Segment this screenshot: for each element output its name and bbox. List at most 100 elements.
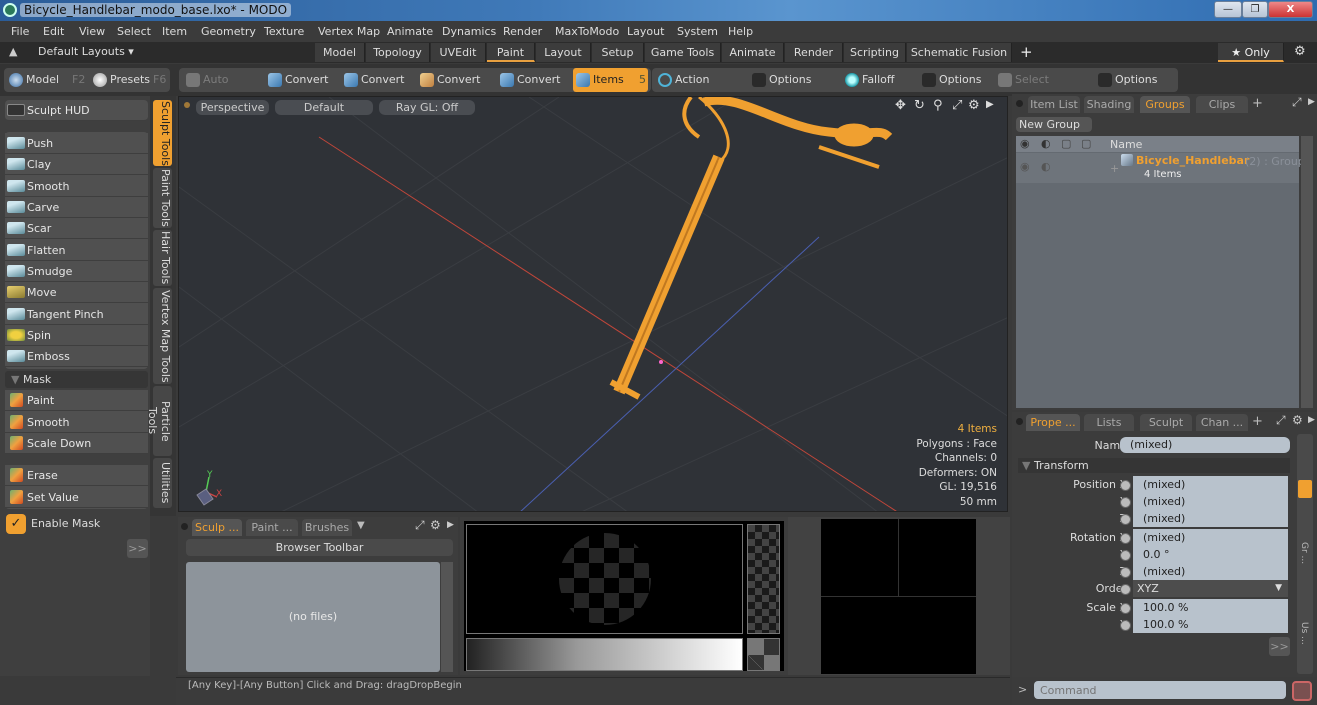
- groups-maximize-icon[interactable]: ⤢: [1292, 95, 1302, 110]
- handlebar-mesh[interactable]: [609, 97, 893, 400]
- menu-dynamics[interactable]: Dynamics: [442, 25, 496, 38]
- add-props-tab-button[interactable]: +: [1252, 414, 1263, 429]
- menu-render[interactable]: Render: [503, 25, 542, 38]
- 3d-viewport[interactable]: Y X Perspective Default Ray GL: Off ✥ ↻ …: [178, 96, 1008, 512]
- tool-emboss[interactable]: Emboss: [5, 346, 148, 367]
- rotation-z-field[interactable]: (mixed): [1133, 563, 1288, 580]
- tool-scar[interactable]: Scar: [5, 218, 148, 239]
- new-group-button[interactable]: New Group: [1016, 117, 1092, 132]
- position-y-keyframe-dot[interactable]: [1120, 497, 1131, 508]
- pan-icon[interactable]: ✥: [895, 98, 906, 113]
- groups-scrollbar[interactable]: [1301, 136, 1313, 408]
- tab-model[interactable]: Model: [315, 43, 365, 62]
- expand-group-button[interactable]: +: [1110, 162, 1119, 175]
- select-col-icon[interactable]: ▢: [1081, 137, 1091, 150]
- panel-menu-dot[interactable]: [181, 523, 188, 530]
- browser-maximize-icon[interactable]: ⤢: [415, 518, 425, 533]
- tool-spin[interactable]: Spin: [5, 325, 148, 346]
- props-maximize-icon[interactable]: ⤢: [1276, 413, 1286, 428]
- file-list-scrollbar[interactable]: [441, 562, 453, 672]
- tab-setup[interactable]: Setup: [592, 43, 644, 62]
- menu-edit[interactable]: Edit: [43, 25, 64, 38]
- vtab-paint-tools[interactable]: Paint Tools: [153, 168, 172, 228]
- tab-sculpt-presets[interactable]: Sculp ...: [192, 519, 242, 536]
- tool-move[interactable]: Move: [5, 282, 148, 303]
- order-dropdown[interactable]: XYZ ▼: [1133, 580, 1288, 597]
- browser-toolbar-button[interactable]: Browser Toolbar: [186, 539, 453, 556]
- tab-properties[interactable]: Prope ...: [1026, 414, 1080, 431]
- position-x-field[interactable]: (mixed): [1133, 476, 1288, 493]
- action-center-options-button[interactable]: Options: [749, 68, 829, 92]
- shading-dropdown[interactable]: Default: [275, 100, 373, 115]
- viewport-gear-icon[interactable]: ⚙: [968, 98, 980, 113]
- mask-tool-smooth[interactable]: Smooth: [5, 412, 148, 433]
- tab-groups[interactable]: Groups: [1140, 96, 1190, 113]
- minimize-button[interactable]: —: [1214, 1, 1242, 18]
- auto-select-button[interactable]: Auto Select: [183, 68, 261, 110]
- position-z-field[interactable]: (mixed): [1133, 510, 1288, 527]
- tab-render[interactable]: Render: [785, 43, 843, 62]
- select-through-options-button[interactable]: Options: [1095, 68, 1170, 92]
- rotation-x-keyframe-dot[interactable]: [1120, 533, 1131, 544]
- menu-animate[interactable]: Animate: [387, 25, 433, 38]
- vtab-hair-tools[interactable]: Hair Tools: [153, 230, 172, 286]
- position-y-field[interactable]: (mixed): [1133, 493, 1288, 510]
- tool-smudge[interactable]: Smudge: [5, 261, 148, 282]
- rotation-y-field[interactable]: 0.0 °: [1133, 546, 1288, 563]
- zoom-icon[interactable]: ⚲: [933, 98, 943, 113]
- mask-tool-erase[interactable]: Erase: [5, 465, 148, 486]
- tab-uvedit[interactable]: UVEdit: [431, 43, 486, 62]
- command-input[interactable]: [1034, 681, 1286, 699]
- tab-topology[interactable]: Topology: [366, 43, 430, 62]
- convert-edges-button[interactable]: Convert: [341, 68, 413, 92]
- side-tab-active[interactable]: [1298, 480, 1312, 498]
- maximize-icon[interactable]: ⤢: [952, 98, 962, 113]
- render-col-camera-icon[interactable]: ◐: [1041, 137, 1051, 150]
- mask-section-header[interactable]: ▼ Mask: [5, 371, 148, 388]
- tool-carve[interactable]: Carve: [5, 197, 148, 218]
- tab-lists[interactable]: Lists: [1084, 414, 1134, 431]
- tab-paint-presets[interactable]: Paint ...: [246, 519, 298, 536]
- panel-menu-dot[interactable]: [1016, 418, 1023, 425]
- items-button[interactable]: Items 5: [573, 68, 648, 92]
- row-visibility-icon[interactable]: ◉: [1020, 160, 1030, 173]
- mask-tool-set-value[interactable]: Set Value: [5, 487, 148, 508]
- scale-y-field[interactable]: 100.0 %: [1133, 616, 1288, 633]
- select-through-button[interactable]: Select Through: [995, 68, 1090, 110]
- order-keyframe-dot[interactable]: [1120, 584, 1131, 595]
- convert-vertices-button[interactable]: Convert: [265, 68, 337, 92]
- viewport-more-arrow-icon[interactable]: ▶: [986, 99, 994, 110]
- action-center-button[interactable]: Action Center: [655, 68, 747, 110]
- rotation-y-keyframe-dot[interactable]: [1120, 550, 1131, 561]
- panel-menu-dot[interactable]: [1016, 100, 1023, 107]
- view-type-dropdown[interactable]: Perspective: [196, 100, 269, 115]
- position-x-keyframe-dot[interactable]: [1120, 480, 1131, 491]
- record-macro-icon[interactable]: [1292, 681, 1312, 701]
- props-more-arrow-icon[interactable]: ▶: [1308, 415, 1315, 425]
- name-field[interactable]: (mixed): [1120, 437, 1290, 453]
- raygl-toggle[interactable]: Ray GL: Off: [379, 100, 475, 115]
- mask-tool-paint[interactable]: Paint: [5, 390, 148, 411]
- viewport-menu-dot[interactable]: [184, 102, 190, 108]
- settings-gear-icon[interactable]: ⚙: [1294, 44, 1306, 59]
- tab-item-list[interactable]: Item List: [1028, 96, 1080, 113]
- tool-push[interactable]: Push: [5, 133, 148, 154]
- vtab-vertex-map-tools[interactable]: Vertex Map Tools: [153, 288, 172, 384]
- tab-animate[interactable]: Animate: [722, 43, 784, 62]
- tab-schematic-fusion[interactable]: Schematic Fusion: [907, 43, 1012, 62]
- menu-layout[interactable]: Layout: [627, 25, 664, 38]
- position-z-keyframe-dot[interactable]: [1120, 514, 1131, 525]
- menu-maxtomodo[interactable]: MaxToModo: [555, 25, 619, 38]
- tab-game-tools[interactable]: Game Tools: [645, 43, 721, 62]
- tab-sculpt[interactable]: Sculpt: [1140, 414, 1192, 431]
- falloff-button[interactable]: Falloff: [842, 68, 912, 92]
- lock-col-icon[interactable]: ▢: [1061, 137, 1071, 150]
- menu-help[interactable]: Help: [728, 25, 753, 38]
- tab-channels[interactable]: Chan ...: [1196, 414, 1248, 431]
- menu-view[interactable]: View: [79, 25, 105, 38]
- menu-vertex-map[interactable]: Vertex Map: [318, 25, 380, 38]
- tab-clips[interactable]: Clips: [1196, 96, 1248, 113]
- convert-materials-button[interactable]: Convert: [497, 68, 569, 92]
- menu-texture[interactable]: Texture: [264, 25, 304, 38]
- props-more-button[interactable]: >>: [1269, 637, 1290, 656]
